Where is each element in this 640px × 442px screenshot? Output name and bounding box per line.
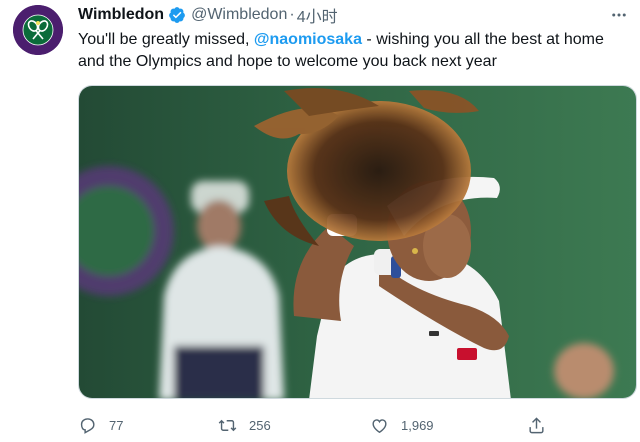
reply-icon bbox=[80, 417, 95, 434]
separator-dot: · bbox=[289, 6, 295, 23]
retweet-icon bbox=[218, 419, 237, 431]
timestamp[interactable]: 4小时 bbox=[297, 3, 338, 27]
tennis-player-photo bbox=[79, 86, 636, 398]
tweet-actions: 77 256 1,969 bbox=[70, 410, 630, 440]
reply-button[interactable]: 77 bbox=[78, 410, 123, 440]
more-icon[interactable] bbox=[608, 4, 630, 26]
reply-count: 77 bbox=[109, 417, 124, 433]
tweet-photo[interactable] bbox=[78, 85, 637, 399]
like-button[interactable]: 1,969 bbox=[370, 410, 434, 440]
tweet-text-before: You'll be greatly missed, bbox=[78, 31, 254, 48]
tweet-header: Wimbledon @Wimbledon · 4小时 bbox=[78, 4, 630, 26]
mention-link[interactable]: @naomiosaka bbox=[254, 31, 362, 48]
account-handle[interactable]: @Wimbledon bbox=[191, 6, 287, 24]
heart-icon bbox=[372, 418, 387, 433]
tweet-text: You'll be greatly missed, @naomiosaka - … bbox=[78, 29, 634, 73]
share-icon bbox=[529, 416, 544, 433]
verified-badge-icon bbox=[169, 7, 185, 23]
like-count: 1,969 bbox=[401, 417, 434, 433]
wimbledon-logo bbox=[13, 5, 63, 55]
account-name[interactable]: Wimbledon bbox=[78, 6, 164, 24]
avatar[interactable] bbox=[13, 5, 63, 55]
retweet-count: 256 bbox=[249, 417, 271, 433]
retweet-button[interactable]: 256 bbox=[218, 410, 271, 440]
share-button[interactable] bbox=[527, 410, 558, 440]
